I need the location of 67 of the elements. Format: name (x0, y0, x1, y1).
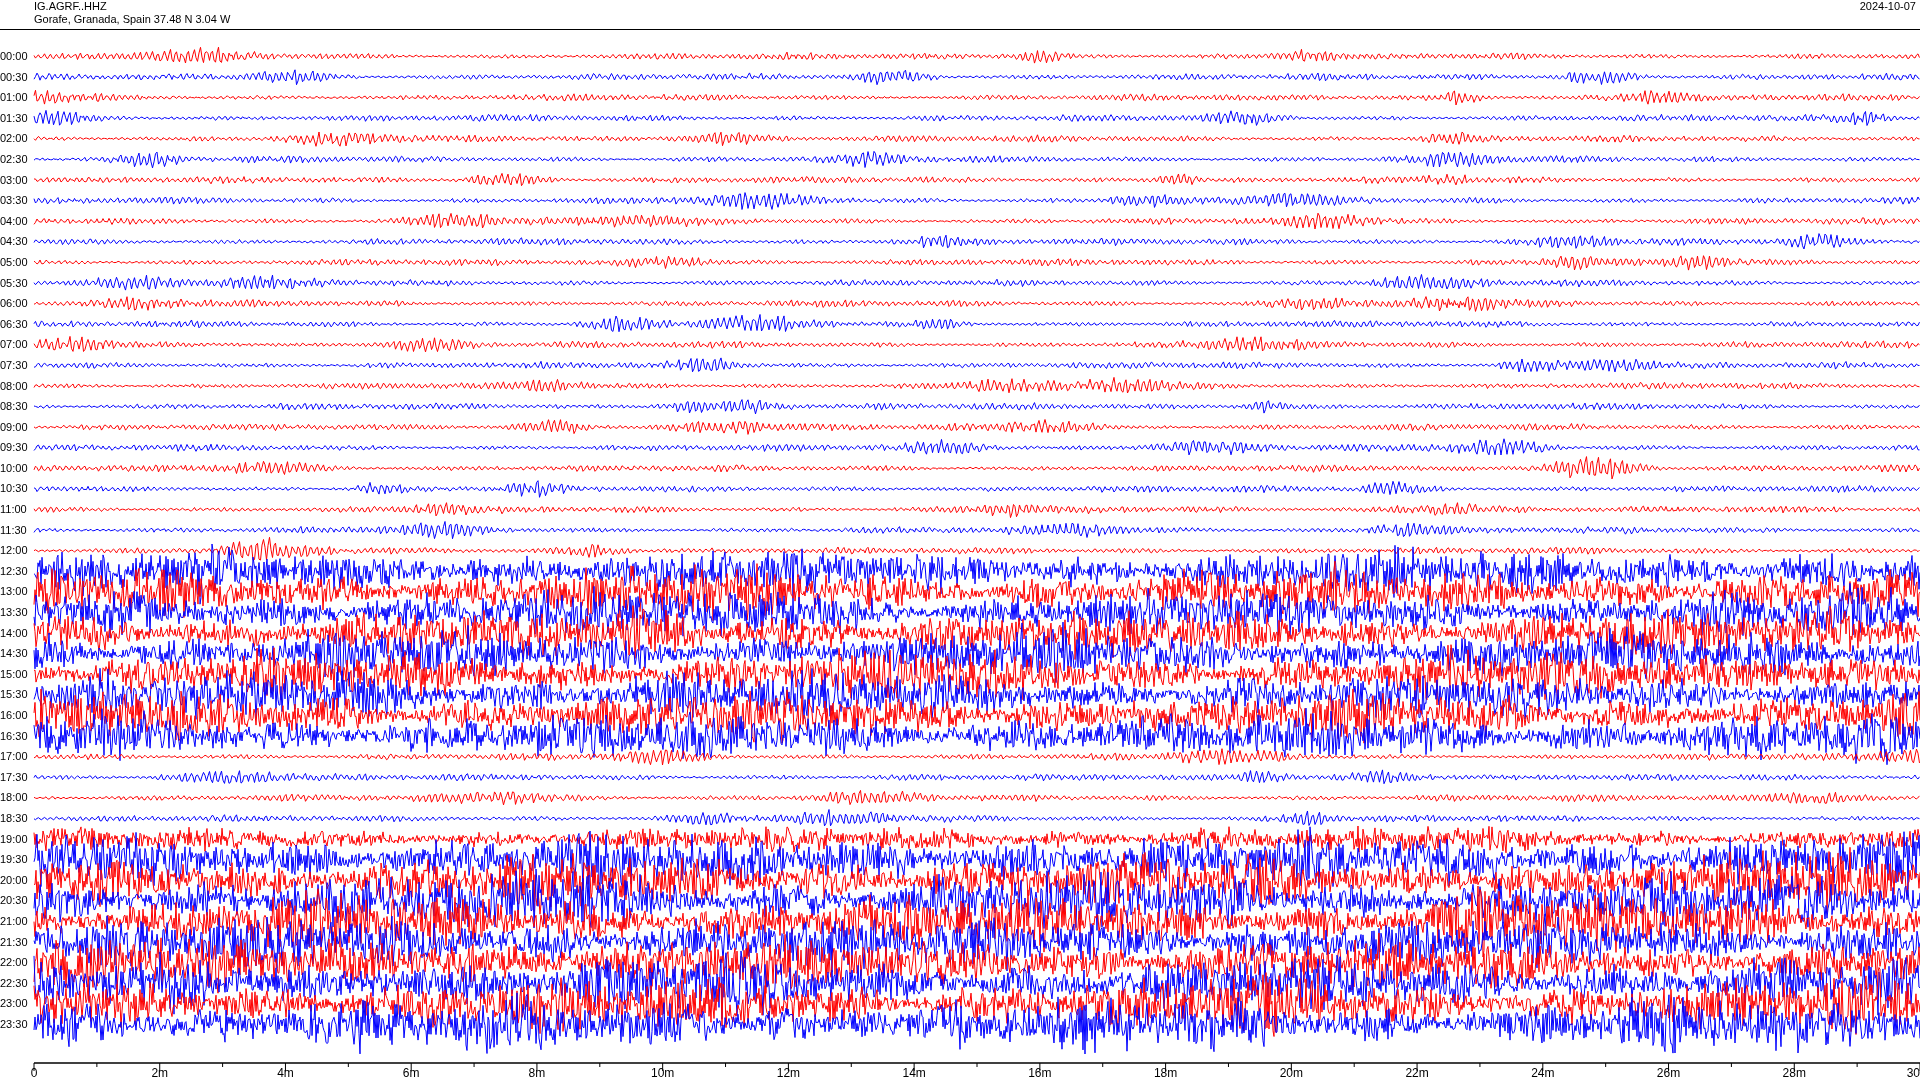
hour-label: 21:30 (0, 934, 29, 950)
hour-label: 23:30 (0, 1016, 29, 1032)
axis-label: 24m (1531, 1065, 1555, 1080)
hour-label: 22:00 (0, 955, 29, 971)
hour-label: 13:00 (0, 584, 29, 600)
axis-label: 10m (651, 1065, 675, 1080)
axis-label: 12m (776, 1065, 801, 1080)
axis-label: 4m (277, 1065, 294, 1080)
hour-label: 09:00 (0, 419, 29, 435)
station-location: Gorafe, Granada, Spain 37.48 N 3.04 W (34, 13, 231, 26)
hour-label: 15:00 (0, 666, 29, 682)
axis-label: 2m (151, 1065, 169, 1080)
hour-label: 03:30 (0, 193, 29, 209)
hour-label: 11:00 (0, 502, 28, 518)
hour-label: 13:30 (0, 605, 29, 621)
hour-label: 20:30 (0, 893, 29, 909)
hour-label: 18:30 (0, 810, 29, 826)
axis-label: 18m (1153, 1065, 1178, 1080)
axis-label: 30 (1906, 1065, 1920, 1080)
hour-label: 10:30 (0, 481, 29, 497)
hour-label: 07:30 (0, 357, 29, 373)
hour-label: 18:00 (0, 790, 29, 806)
hour-label: 02:30 (0, 151, 29, 167)
axis-label: 6m (402, 1065, 420, 1080)
hour-label: 00:30 (0, 69, 29, 85)
axis-label: 14m (902, 1065, 926, 1080)
axis-label: 28m (1782, 1065, 1806, 1080)
axis-label: 20m (1279, 1065, 1303, 1080)
hour-label: 23:00 (0, 996, 29, 1012)
hour-label: 02:00 (0, 131, 29, 147)
hour-label: 03:00 (0, 172, 29, 188)
hour-label: 16:00 (0, 708, 29, 723)
hour-label: 17:30 (0, 769, 29, 785)
hour-label: 10:00 (0, 460, 29, 476)
hour-label: 15:30 (0, 687, 29, 703)
hour-label: 22:30 (0, 975, 29, 991)
plot-date: 2024-10-07 (1859, 0, 1916, 14)
station-code: IG.AGRF..HHZ (34, 0, 108, 13)
hour-label: 01:00 (0, 90, 29, 106)
axis-label: 0 (30, 1065, 38, 1080)
hour-label: 08:30 (0, 399, 29, 415)
hour-label: 09:30 (0, 440, 29, 456)
hour-label: 05:30 (0, 275, 29, 291)
axis-label: 8m (528, 1065, 546, 1080)
hour-label: 05:00 (0, 254, 29, 270)
hour-label: 14:30 (0, 646, 29, 662)
hour-label: 19:30 (0, 852, 29, 868)
hour-label: 06:30 (0, 316, 29, 332)
hour-label: 04:30 (0, 234, 29, 250)
hour-label: 00:00 (0, 49, 29, 64)
hour-label: 01:30 (0, 110, 29, 126)
hour-label: 04:00 (0, 213, 29, 229)
hour-label: 21:00 (0, 913, 29, 929)
axis-label: 22m (1405, 1065, 1429, 1080)
hour-label: 17:00 (0, 749, 29, 765)
hour-label: 08:00 (0, 378, 29, 394)
hour-label: 14:00 (0, 625, 29, 641)
hour-label: 19:00 (0, 831, 29, 847)
hour-label: 12:30 (0, 563, 29, 579)
hour-label: 11:30 (0, 522, 28, 538)
hour-label: 12:00 (0, 543, 29, 559)
hour-label: 20:00 (0, 872, 29, 888)
axis-label: 26m (1656, 1065, 1681, 1080)
axis-label: 16m (1028, 1065, 1052, 1080)
hour-label: 07:00 (0, 337, 29, 353)
hour-label: 06:00 (0, 296, 29, 312)
hour-label: 16:30 (0, 728, 29, 744)
